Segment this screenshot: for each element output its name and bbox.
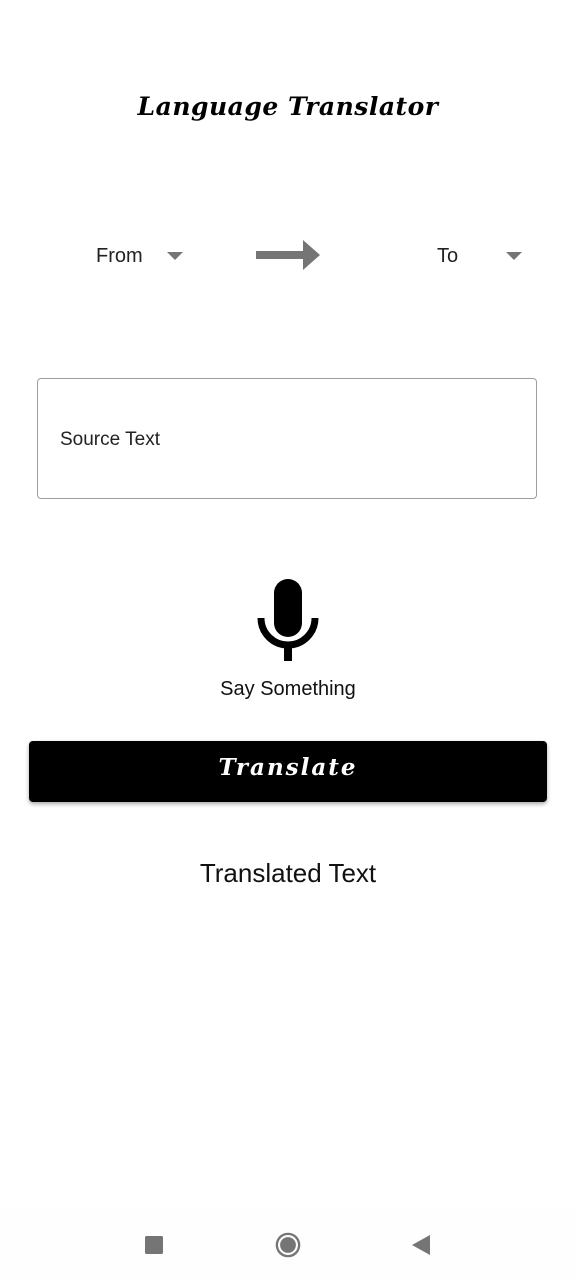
home-button[interactable] bbox=[275, 1232, 301, 1258]
circle-home-icon bbox=[275, 1232, 301, 1258]
translator-screen: Language Translator From To Say Somethin… bbox=[0, 0, 576, 1280]
to-language-dropdown[interactable]: To bbox=[437, 238, 523, 274]
right-arrow-icon bbox=[256, 240, 320, 270]
square-recent-apps-icon bbox=[145, 1236, 163, 1254]
chevron-down-icon bbox=[166, 252, 183, 260]
triangle-back-icon bbox=[412, 1235, 430, 1255]
source-text-field[interactable] bbox=[37, 378, 537, 499]
say-something-label: Say Something bbox=[220, 678, 356, 700]
from-language-dropdown[interactable]: From bbox=[96, 238, 183, 274]
from-language-label: From bbox=[96, 244, 143, 267]
page-title: Language Translator bbox=[137, 92, 439, 121]
translate-button[interactable]: Translate bbox=[29, 741, 547, 802]
system-navigation-bar bbox=[0, 1210, 576, 1280]
recent-apps-button[interactable] bbox=[141, 1232, 167, 1258]
chevron-down-icon bbox=[506, 252, 523, 260]
microphone-icon[interactable] bbox=[256, 578, 320, 662]
back-button[interactable] bbox=[408, 1232, 434, 1258]
to-language-label: To bbox=[437, 244, 459, 267]
translated-text-output: Translated Text bbox=[199, 858, 377, 888]
source-text-input[interactable] bbox=[60, 429, 510, 451]
